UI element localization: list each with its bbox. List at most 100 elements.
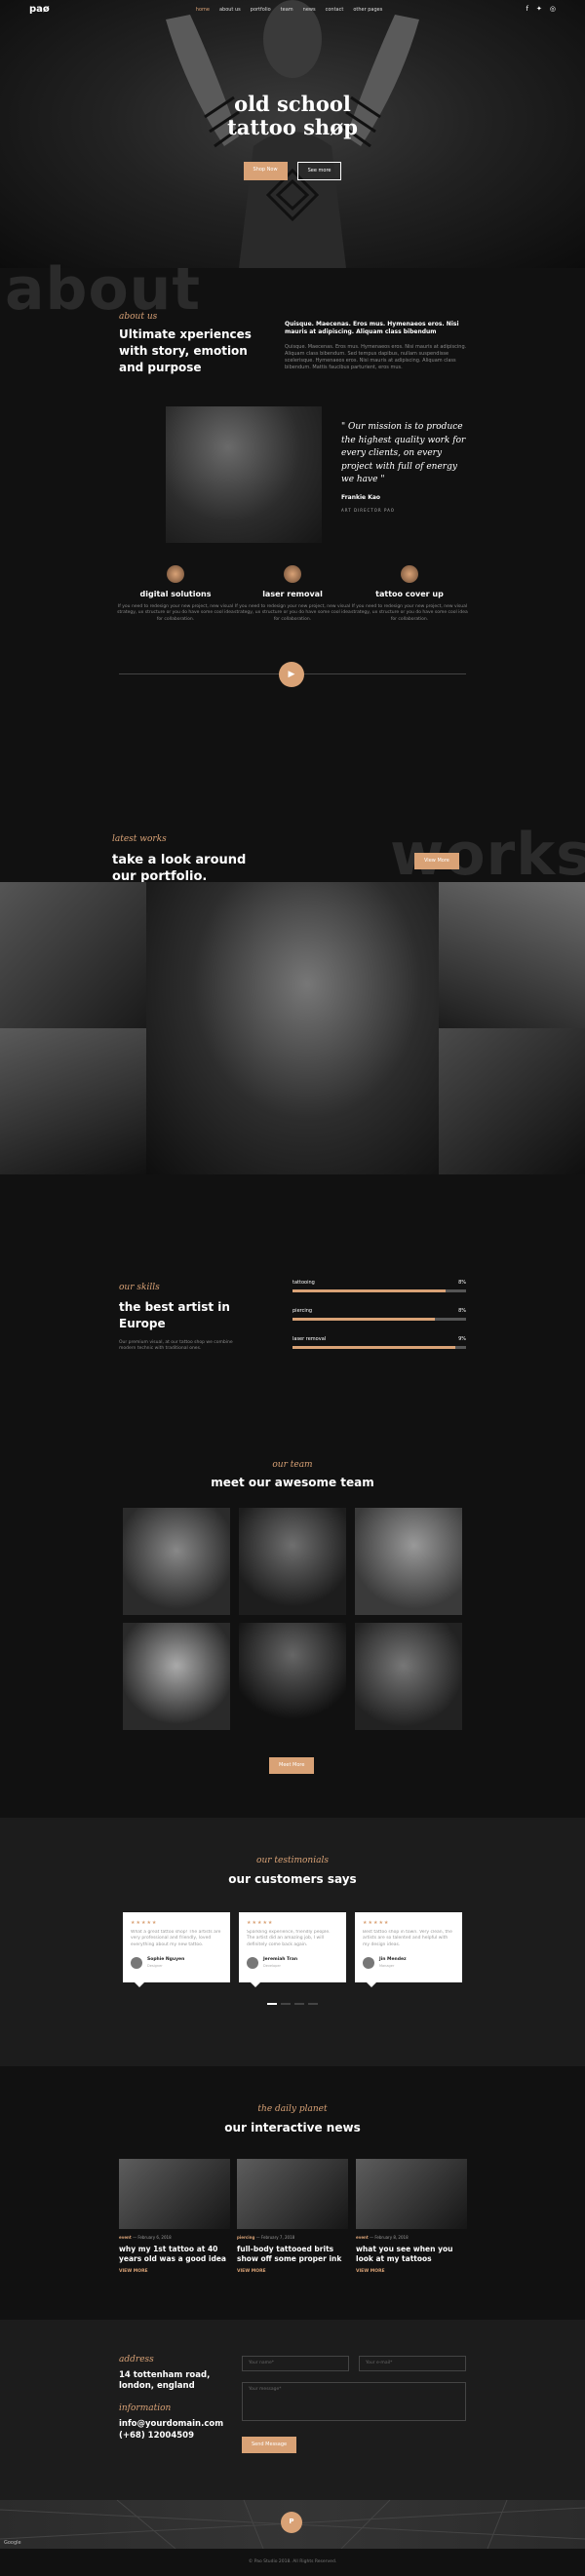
nav-link-contact[interactable]: contact xyxy=(326,7,344,14)
skill-track xyxy=(292,1318,466,1321)
testimonial-author: Sophie Nguyen Designer xyxy=(131,1957,222,1969)
team-section: our team meet our awesome team Meet More xyxy=(0,1447,585,1818)
testimonial-card-2: ★★★★★ Sparkling experience, friendly peo… xyxy=(239,1912,346,1987)
portfolio-image-1[interactable] xyxy=(0,882,146,1028)
skill-track xyxy=(292,1289,466,1292)
avatar xyxy=(247,1957,258,1969)
twitter-icon[interactable]: ✦ xyxy=(536,5,542,15)
testimonial-author: Jeremiah Tran Developer xyxy=(247,1957,338,1969)
view-more-link[interactable]: VIEW MORE xyxy=(119,2269,230,2275)
hero-title: old school tattoo shøp xyxy=(0,92,585,139)
carousel-dot[interactable] xyxy=(294,2003,304,2005)
view-more-works-button[interactable]: View More xyxy=(414,853,459,869)
carousel-dot[interactable] xyxy=(308,2003,318,2005)
contact-email[interactable]: info@yourdomain.com xyxy=(119,2419,246,2431)
team-eyebrow: our team xyxy=(272,1460,313,1470)
news-post-image[interactable] xyxy=(356,2159,467,2229)
about-section: about about us Ultimate xperiences with … xyxy=(0,255,585,794)
nav-link-home[interactable]: home xyxy=(196,7,210,14)
name-input[interactable]: Your name* xyxy=(242,2356,349,2372)
copyright-text: © Pao Studio 2018. All Rights Reserved. xyxy=(248,2558,337,2564)
post-category[interactable]: event xyxy=(356,2235,369,2240)
works-eyebrow: latest works xyxy=(112,834,167,844)
news-section: the daily planet our interactive news ev… xyxy=(0,2066,585,2320)
portfolio-image-3[interactable] xyxy=(439,882,585,1028)
post-title[interactable]: what you see when you look at my tattoos xyxy=(356,2245,467,2264)
testimonial-card-3: ★★★★★ Best tattoo shop in town. Very cle… xyxy=(355,1912,462,1987)
testimonial-text: What a great tattoo shop! The artists ar… xyxy=(131,1930,221,1947)
footer: © Pao Studio 2018. All Rights Reserved. xyxy=(0,2549,585,2576)
message-textarea[interactable]: Your message* xyxy=(242,2382,466,2421)
skill-piercing: piercing 8% xyxy=(292,1308,466,1321)
team-member-photo-3[interactable] xyxy=(355,1508,462,1615)
information-label: information xyxy=(119,2403,172,2414)
facebook-icon[interactable]: f xyxy=(526,5,528,15)
post-title[interactable]: why my 1st tattoo at 40 years old was a … xyxy=(119,2245,230,2264)
nav-link-other-pages[interactable]: other pages xyxy=(353,7,382,14)
works-section: works latest works take a look around ou… xyxy=(0,794,585,1447)
news-heading: our interactive news xyxy=(224,2121,361,2134)
team-member-photo-1[interactable] xyxy=(123,1508,230,1615)
address-label: address xyxy=(119,2355,154,2365)
rating-stars: ★★★★★ xyxy=(247,1920,274,1926)
portfolio-image-4[interactable] xyxy=(439,1028,585,1174)
team-member-photo-5[interactable] xyxy=(239,1623,346,1730)
carousel-dot[interactable] xyxy=(267,2003,277,2005)
nav-link-portfolio[interactable]: portfolio xyxy=(251,7,271,14)
meet-more-button[interactable]: Meet More xyxy=(269,1757,315,1774)
service-laser-removal: laser removal If you need to redesign yo… xyxy=(234,565,351,623)
location-pin-icon[interactable]: P xyxy=(281,2512,302,2533)
post-date: February 6, 2018 xyxy=(137,2235,172,2240)
site-logo[interactable]: paø xyxy=(29,3,50,17)
post-meta: piercing — February 7, 2018 xyxy=(237,2235,295,2240)
google-logo: Google xyxy=(4,2540,21,2546)
service-title: digital solutions xyxy=(139,590,212,598)
author-job: Developer xyxy=(263,1963,282,1968)
post-category[interactable]: piercing xyxy=(237,2235,254,2240)
map-section[interactable]: P Google xyxy=(0,2500,585,2549)
contact-phone[interactable]: (+68) 12004509 xyxy=(119,2431,246,2442)
instagram-icon[interactable]: ◎ xyxy=(550,5,556,15)
about-eyebrow: about us xyxy=(119,312,158,322)
nav-link-about[interactable]: about us xyxy=(219,7,241,14)
skills-text: Our premium visual, at our tattoo shop w… xyxy=(119,1340,233,1352)
email-input[interactable]: Your e-mail* xyxy=(359,2356,466,2372)
skill-value: 9% xyxy=(458,1336,466,1342)
carousel-dots xyxy=(0,2003,585,2005)
see-more-button[interactable]: See more xyxy=(296,162,342,180)
post-title[interactable]: full-body tattooed brits show off some p… xyxy=(237,2245,348,2264)
team-member-photo-2[interactable] xyxy=(239,1508,346,1615)
service-digital-solutions: digital solutions If you need to redesig… xyxy=(117,565,234,623)
skill-value: 8% xyxy=(458,1280,466,1286)
team-member-photo-6[interactable] xyxy=(355,1623,462,1730)
about-subheading: Quisque. Maecenas. Eros mus. Hymenaeos e… xyxy=(285,321,459,336)
laser-removal-icon xyxy=(284,565,301,583)
post-meta: event — February 8, 2018 xyxy=(356,2235,409,2240)
play-icon[interactable]: ▶ xyxy=(279,662,304,687)
portfolio-image-2[interactable] xyxy=(0,1028,146,1174)
view-more-link[interactable]: VIEW MORE xyxy=(356,2269,467,2275)
post-meta: event — February 6, 2018 xyxy=(119,2235,172,2240)
shop-now-button[interactable]: Shop Now xyxy=(243,162,288,180)
author-name: Jin Mendez xyxy=(379,1957,407,1963)
nav-link-team[interactable]: team xyxy=(281,7,293,14)
carousel-dot[interactable] xyxy=(281,2003,291,2005)
team-member-photo-4[interactable] xyxy=(123,1623,230,1730)
works-heading: take a look around our portfolio. xyxy=(112,852,246,886)
nav-link-news[interactable]: news xyxy=(303,7,316,14)
works-header: latest works take a look around our port… xyxy=(112,833,246,886)
post-category[interactable]: event xyxy=(119,2235,132,2240)
hero-section: old school tattoo shøp Shop Now See more xyxy=(0,0,585,268)
view-more-link[interactable]: VIEW MORE xyxy=(237,2269,348,2275)
portfolio-image-featured[interactable] xyxy=(146,882,439,1174)
news-post-image[interactable] xyxy=(237,2159,348,2229)
news-post-image[interactable] xyxy=(119,2159,230,2229)
send-message-button[interactable]: Send Message xyxy=(242,2437,297,2453)
service-text: If you need to redesign your new project… xyxy=(351,604,468,622)
about-background-word: about xyxy=(5,255,202,324)
skill-laser-removal: laser removal 9% xyxy=(292,1336,466,1349)
skill-tattooing: tattooing 8% xyxy=(292,1280,466,1292)
tattoo-cover-up-icon xyxy=(401,565,418,583)
testimonials-heading: our customers says xyxy=(228,1872,357,1886)
social-links: f ✦ ◎ xyxy=(526,5,556,15)
